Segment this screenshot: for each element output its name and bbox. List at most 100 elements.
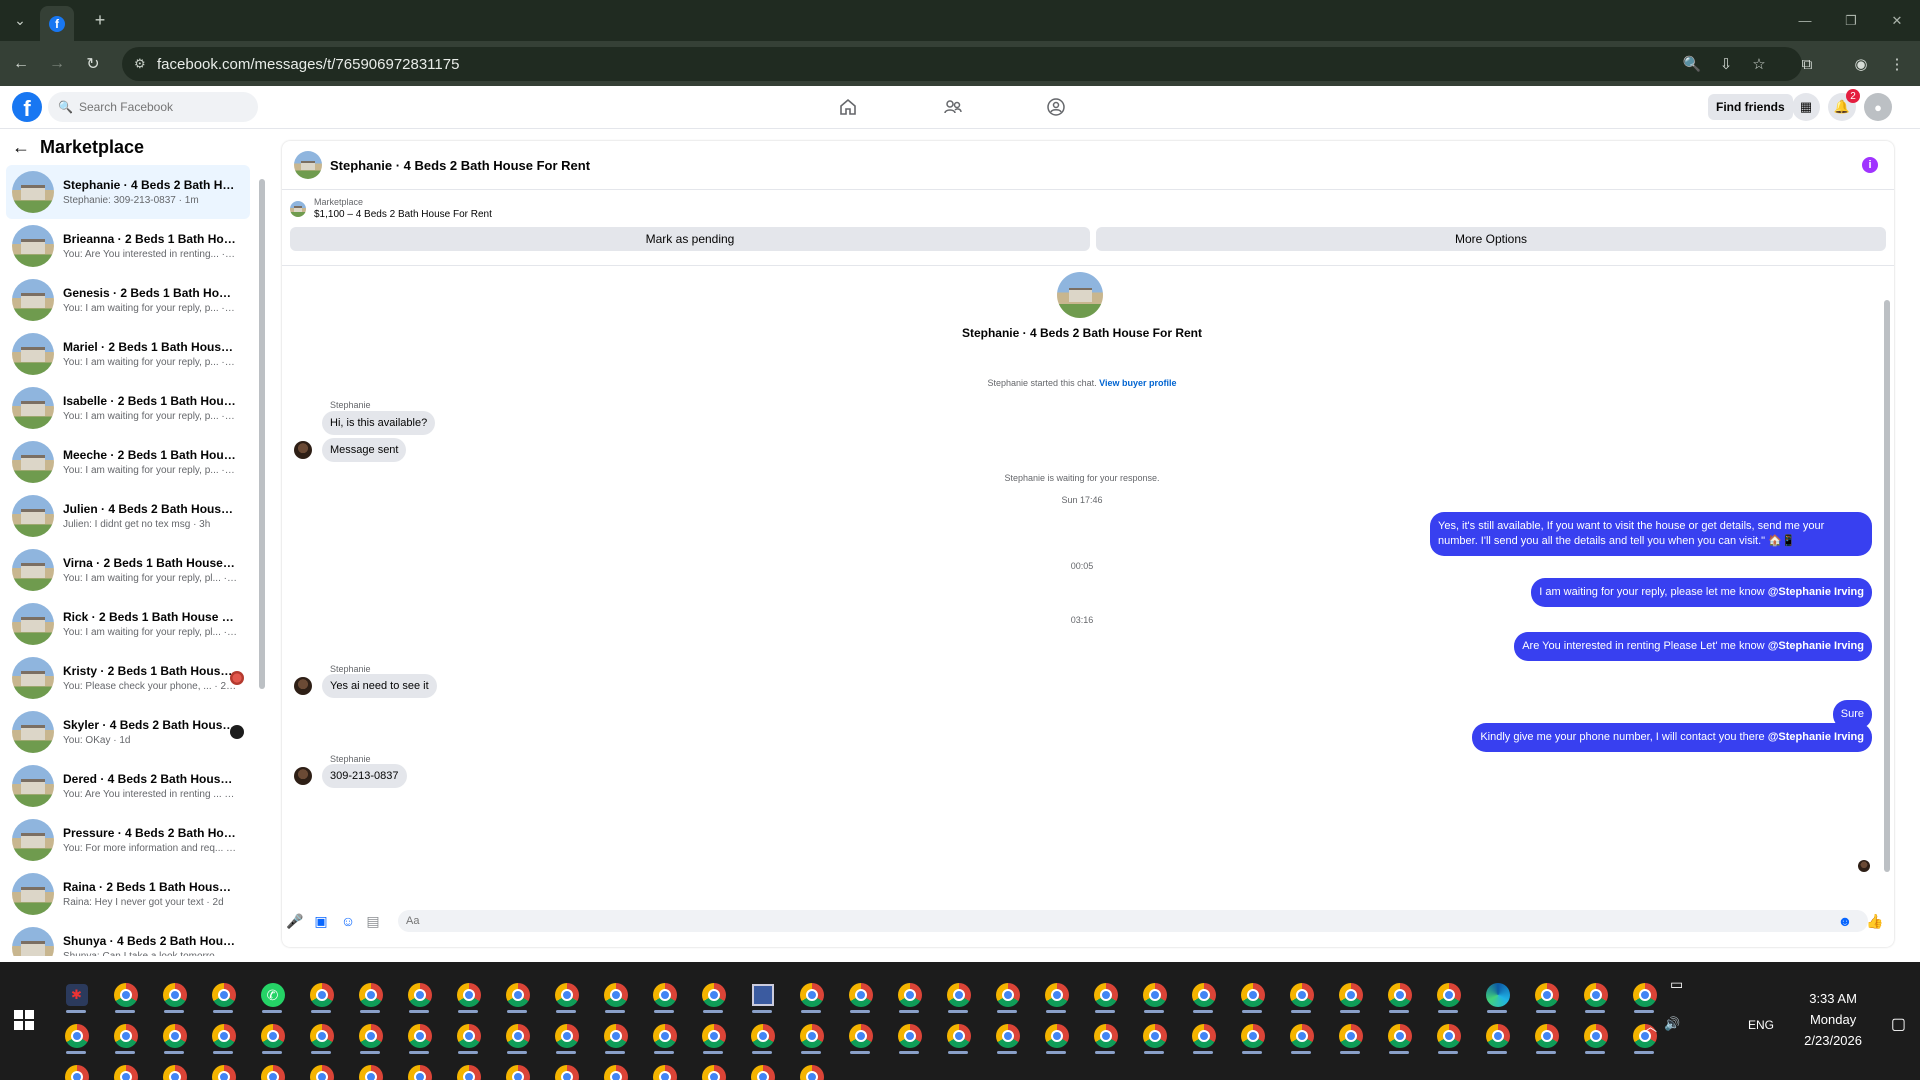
taskbar-app[interactable]: [1326, 1017, 1375, 1055]
taskbar-app[interactable]: [248, 1017, 297, 1055]
restore-icon[interactable]: ❐: [1828, 0, 1874, 41]
more-options-button[interactable]: More Options: [1096, 227, 1886, 251]
extensions-icon[interactable]: ⧉: [1796, 53, 1818, 75]
browser-menu-icon[interactable]: ⋮: [1886, 53, 1908, 75]
conversation-item[interactable]: Dered · 4 Beds 2 Bath House For Rent You:…: [6, 759, 250, 813]
like-thumb-icon[interactable]: 👍: [1866, 912, 1884, 930]
taskbar-app[interactable]: [787, 976, 836, 1014]
taskbar-app[interactable]: [150, 1017, 199, 1055]
taskbar-app[interactable]: [885, 976, 934, 1014]
info-icon[interactable]: i: [1862, 157, 1878, 173]
microphone-icon[interactable]: 🎤: [286, 912, 304, 930]
reload-icon[interactable]: ↻: [82, 53, 104, 75]
conversation-item[interactable]: Meeche · 2 Beds 1 Bath House For Rent You…: [6, 435, 250, 489]
home-icon[interactable]: [836, 95, 860, 119]
taskbar-app[interactable]: [199, 976, 248, 1014]
conversation-item[interactable]: Shunya · 4 Beds 2 Bath House For Rent Shu…: [6, 921, 250, 956]
messages-scrollbar-thumb[interactable]: [1884, 300, 1890, 872]
taskbar-app[interactable]: [640, 1058, 689, 1080]
conversation-item[interactable]: Mariel · 2 Beds 1 Bath House For Rent You…: [6, 327, 250, 381]
center-listing-avatar[interactable]: [1057, 272, 1103, 318]
conversation-item[interactable]: Isabelle · 2 Beds 1 Bath House For Rent Y…: [6, 381, 250, 435]
taskbar-app[interactable]: [934, 1017, 983, 1055]
taskbar-app[interactable]: [52, 1017, 101, 1055]
taskbar-app[interactable]: [493, 1058, 542, 1080]
message-input[interactable]: [398, 910, 1868, 932]
taskbar-app[interactable]: [591, 1017, 640, 1055]
facebook-logo-icon[interactable]: f: [12, 92, 42, 122]
taskbar-app[interactable]: [689, 1058, 738, 1080]
conversation-item[interactable]: Virna · 2 Beds 1 Bath House For Rent You:…: [6, 543, 250, 597]
taskbar-app[interactable]: [395, 1058, 444, 1080]
taskbar-app[interactable]: [346, 1017, 395, 1055]
taskbar-app[interactable]: [1473, 1017, 1522, 1055]
taskbar-app[interactable]: [1473, 976, 1522, 1014]
taskbar-app[interactable]: [689, 976, 738, 1014]
taskbar-app[interactable]: [738, 1017, 787, 1055]
taskbar-app[interactable]: [297, 1058, 346, 1080]
view-buyer-profile-link[interactable]: View buyer profile: [1099, 378, 1176, 388]
back-arrow-icon[interactable]: ←: [12, 137, 30, 158]
language-indicator[interactable]: ENG: [1748, 1018, 1774, 1032]
taskbar-app[interactable]: [1277, 1017, 1326, 1055]
account-avatar[interactable]: ●: [1864, 93, 1892, 121]
show-hidden-icons-icon[interactable]: ︿: [1644, 1016, 1657, 1035]
incoming-message[interactable]: Hi, is this available?: [322, 411, 436, 435]
taskbar-app[interactable]: [787, 1058, 836, 1080]
taskbar-app[interactable]: [1571, 976, 1620, 1014]
conversation-item[interactable]: Kristy · 2 Beds 1 Bath House For Rent You…: [6, 651, 250, 705]
taskbar-app[interactable]: [787, 1017, 836, 1055]
stephanie-avatar[interactable]: [294, 767, 312, 785]
taskbar-app[interactable]: [542, 1017, 591, 1055]
incoming-message[interactable]: 309-213-0837: [322, 764, 407, 788]
groups-icon[interactable]: [1044, 95, 1068, 119]
gif-icon[interactable]: ▤: [364, 912, 382, 930]
taskbar-app[interactable]: [199, 1058, 248, 1080]
taskbar-app[interactable]: [1424, 1017, 1473, 1055]
conversation-item[interactable]: Stephanie · 4 Beds 2 Bath House For Rent…: [6, 165, 250, 219]
volume-icon[interactable]: 🔊: [1664, 1016, 1680, 1032]
taskbar-app[interactable]: [1130, 976, 1179, 1014]
mention[interactable]: @Stephanie Irving: [1768, 586, 1864, 598]
zoom-icon[interactable]: 🔍: [1681, 53, 1703, 75]
taskbar-app[interactable]: [248, 1058, 297, 1080]
taskbar-app[interactable]: [1179, 1017, 1228, 1055]
mention[interactable]: @Stephanie Irving: [1768, 640, 1864, 652]
sidebar-scrollbar[interactable]: [258, 169, 266, 949]
taskbar-app[interactable]: ✆: [248, 976, 297, 1014]
outgoing-message[interactable]: Are You interested in renting Please Let…: [1514, 632, 1872, 661]
url-bar[interactable]: ⚙ facebook.com/messages/t/76590697283117…: [122, 47, 1802, 81]
taskbar-app[interactable]: [1522, 976, 1571, 1014]
taskbar-app[interactable]: [1130, 1017, 1179, 1055]
taskbar-app[interactable]: [1081, 976, 1130, 1014]
taskbar-app[interactable]: [934, 976, 983, 1014]
taskbar-app[interactable]: [1179, 976, 1228, 1014]
tab-search-chevron-icon[interactable]: ⌄: [8, 8, 32, 32]
listing-avatar[interactable]: [294, 151, 322, 179]
sidebar-scrollbar-thumb[interactable]: [259, 179, 265, 689]
taskbar-app[interactable]: [346, 976, 395, 1014]
taskbar-app[interactable]: [1620, 976, 1669, 1014]
taskbar-app[interactable]: [1424, 976, 1473, 1014]
taskbar-app[interactable]: [1032, 1017, 1081, 1055]
install-app-icon[interactable]: ⇩: [1715, 53, 1737, 75]
bookmark-star-icon[interactable]: ☆: [1748, 53, 1770, 75]
conversation-item[interactable]: Rick · 2 Beds 1 Bath House For Rent You: …: [6, 597, 250, 651]
taskbar-app[interactable]: [542, 976, 591, 1014]
taskbar-app[interactable]: [1081, 1017, 1130, 1055]
menu-grid-icon[interactable]: ▦: [1792, 93, 1820, 121]
sticker-icon[interactable]: ☺: [339, 912, 357, 930]
taskbar-app[interactable]: [885, 1017, 934, 1055]
back-icon[interactable]: ←: [10, 53, 32, 75]
incoming-message[interactable]: Message sent: [322, 438, 407, 462]
taskbar-app[interactable]: [1326, 976, 1375, 1014]
taskbar-app[interactable]: [346, 1058, 395, 1080]
taskbar-app[interactable]: [1522, 1017, 1571, 1055]
conversation-item[interactable]: Skyler · 4 Beds 2 Bath House For Rent You…: [6, 705, 250, 759]
conversation-item[interactable]: Genesis · 2 Beds 1 Bath House For Rent Yo…: [6, 273, 250, 327]
search-box[interactable]: 🔍: [48, 92, 258, 122]
browser-tab-facebook[interactable]: f: [40, 6, 74, 41]
taskbar-app[interactable]: [542, 1058, 591, 1080]
stephanie-avatar[interactable]: [294, 441, 312, 459]
taskbar-app[interactable]: [640, 1017, 689, 1055]
